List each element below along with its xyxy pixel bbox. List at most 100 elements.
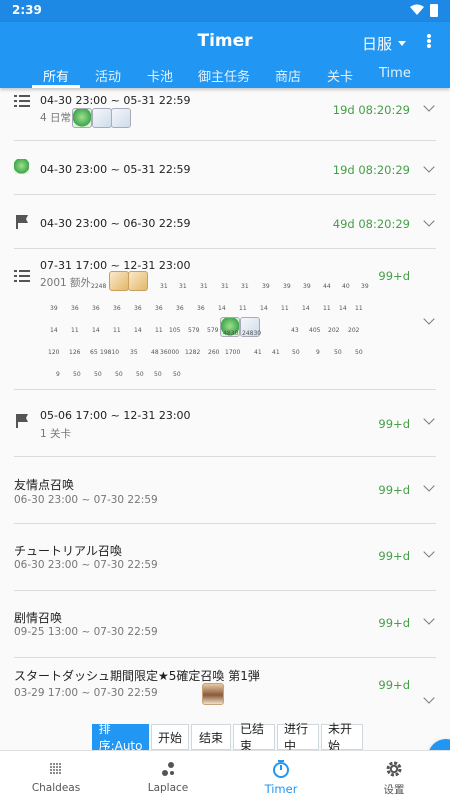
region-dropdown[interactable]: 日服 (362, 33, 407, 54)
grid-value: 579 (207, 327, 219, 334)
gear-icon (386, 761, 402, 777)
sort-end-button[interactable]: 结束 (191, 724, 231, 750)
servant-thumbnail (202, 683, 224, 705)
grid-value: 9 (56, 371, 60, 378)
tab-events[interactable]: 活动 (95, 66, 121, 85)
chevron-down-icon[interactable] (423, 546, 435, 558)
grid-value: 202 (328, 327, 340, 334)
grid-value: 405 (309, 327, 321, 334)
tab-time[interactable]: Time (379, 66, 411, 81)
grid-value: 14 (302, 305, 310, 312)
tab-gacha[interactable]: 卡池 (147, 66, 173, 85)
list-item[interactable]: 友情点召唤 06-30 23:00 ~ 07-30 22:59 99+d (0, 457, 450, 524)
filter-ended-button[interactable]: 已结束 (233, 722, 275, 753)
more-vert-icon[interactable] (422, 32, 436, 50)
grid-value: 2248 (91, 283, 107, 290)
grid-value: 48 (151, 349, 159, 356)
grid-value: 105 (169, 327, 181, 334)
timer-icon (273, 760, 289, 778)
gacha-name: チュートリアル召喚 (14, 544, 122, 558)
grid-value: 579 (188, 327, 200, 334)
list-item[interactable]: スタートダッシュ期間限定★5確定召喚 第1弾 03-29 17:00 ~ 07-… (0, 658, 450, 724)
grid-value: 50 (334, 349, 342, 356)
grid-value: 11 (323, 305, 331, 312)
chevron-down-icon[interactable] (423, 613, 435, 625)
grid-value: 50 (154, 371, 162, 378)
grid-value: 24830 (242, 330, 262, 337)
grid-value: 14 (92, 327, 100, 334)
chevron-down-icon[interactable] (423, 313, 435, 325)
gacha-name: 友情点召唤 (14, 478, 75, 492)
nav-settings[interactable]: 设置 (338, 751, 450, 800)
grid-value: 50 (136, 371, 144, 378)
list-item[interactable]: 04-30 23:00 ~ 05-31 22:59 19d 08:20:29 (0, 141, 450, 195)
tab-quests[interactable]: 关卡 (327, 66, 353, 85)
grid-value: 14 (50, 327, 58, 334)
grid-value: 14 (134, 327, 142, 334)
chevron-down-icon[interactable] (423, 480, 435, 492)
grid-value: 39 (303, 283, 311, 290)
remaining-time: 99+d (378, 483, 410, 497)
nav-chaldeas[interactable]: Chaldeas (0, 751, 112, 800)
bottom-nav: Chaldeas Laplace Timer 设置 (0, 750, 450, 800)
sort-start-button[interactable]: 开始 (151, 724, 189, 750)
grid-value: 36 (113, 305, 121, 312)
checklist-icon (14, 95, 30, 107)
chevron-down-icon[interactable] (423, 100, 435, 112)
grid-value: 39 (283, 283, 291, 290)
gacha-name: スタートダッシュ期間限定★5確定召喚 第1弾 (14, 669, 260, 683)
chevron-down-icon[interactable] (423, 413, 435, 425)
timer-list: 04-30 23:00 ~ 05-31 22:59 4 日常 19d 08:20… (0, 88, 450, 724)
status-bar: 2:39 (0, 0, 450, 22)
sort-auto-button[interactable]: 排序:Auto (92, 722, 149, 753)
chevron-down-icon[interactable] (423, 161, 435, 173)
list-item[interactable]: 04-30 23:00 ~ 06-30 22:59 49d 08:20:29 (0, 195, 450, 249)
filter-ongoing-button[interactable]: 进行中 (277, 722, 319, 753)
nav-timer[interactable]: Timer (225, 751, 337, 800)
chevron-down-icon[interactable] (423, 692, 435, 704)
grid-value: 39 (262, 283, 270, 290)
grid-value: 36 (71, 305, 79, 312)
grid-value: 36 (92, 305, 100, 312)
grid-value: 126 (69, 349, 81, 356)
wifi-icon (410, 4, 424, 15)
grid-value: 43 (291, 327, 299, 334)
tab-all[interactable]: 所有 (43, 66, 69, 85)
flag-icon (16, 414, 28, 428)
grid-value: 202 (348, 327, 360, 334)
grid-value: 1282 (185, 349, 201, 356)
grid-value: 31 (160, 283, 168, 290)
item-date: 04-30 23:00 ~ 06-30 22:59 (40, 217, 191, 230)
list-item[interactable]: チュートリアル召喚 06-30 23:00 ~ 07-30 22:59 99+d (0, 524, 450, 591)
grid-value: 36 (176, 305, 184, 312)
remaining-time: 19d 08:20:29 (332, 103, 410, 117)
list-item[interactable]: 剧情召唤 09-25 13:00 ~ 07-30 22:59 99+d (0, 591, 450, 658)
gacha-name: 剧情召唤 (14, 611, 63, 625)
grid-value: 11 (239, 305, 247, 312)
grid-value: 44 (323, 283, 331, 290)
list-item[interactable]: 04-30 23:00 ~ 05-31 22:59 4 日常 19d 08:20… (0, 88, 450, 141)
chevron-down-icon[interactable] (423, 215, 435, 227)
grid-value: 39 (50, 305, 58, 312)
grid-value: 50 (292, 349, 300, 356)
grid-value: 36 (134, 305, 142, 312)
bubbles-icon (162, 762, 174, 776)
grid-value: 41 (254, 349, 262, 356)
grid-value: 1700 (225, 349, 241, 356)
gacha-period: 06-30 23:00 ~ 07-30 22:59 (14, 494, 158, 506)
grid-value: 36000 (160, 349, 180, 356)
filter-upcoming-button[interactable]: 未开始 (321, 722, 363, 753)
list-item[interactable]: 07-31 17:00 ~ 12-31 23:00 2001 额外 2248 3… (0, 249, 450, 390)
grid-value: 31 (179, 283, 187, 290)
item-sub: 4 日常 (40, 112, 72, 124)
remaining-time: 99+d (378, 616, 410, 630)
tab-master-missions[interactable]: 御主任务 (198, 66, 250, 85)
nav-label: Chaldeas (31, 782, 81, 794)
list-item[interactable]: 05-06 17:00 ~ 12-31 23:00 1 关卡 99+d (0, 390, 450, 457)
app-bar: Timer 日服 所有 活动 卡池 御主任务 商店 关卡 Time (0, 22, 450, 88)
tab-shop[interactable]: 商店 (275, 66, 301, 85)
item-sub: 2001 额外 (40, 277, 92, 289)
grid-value: 9 (316, 349, 320, 356)
nav-laplace[interactable]: Laplace (112, 751, 224, 800)
chevron-down-icon (398, 41, 407, 46)
